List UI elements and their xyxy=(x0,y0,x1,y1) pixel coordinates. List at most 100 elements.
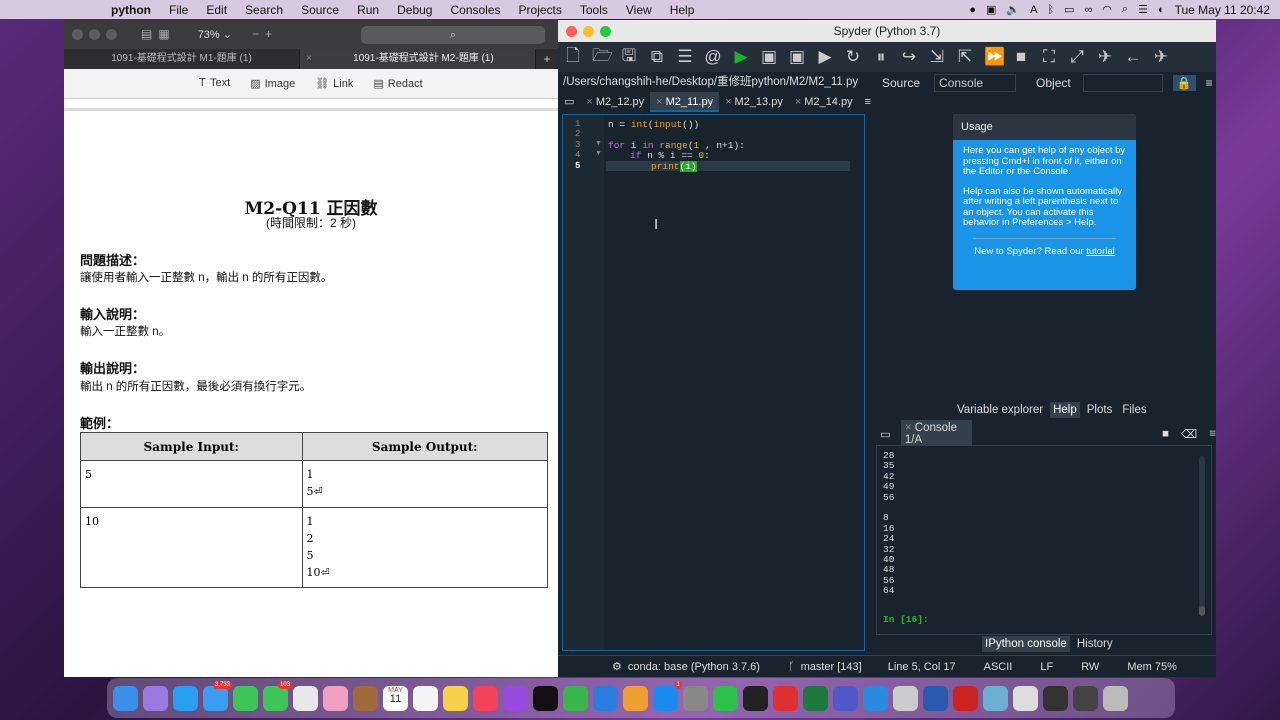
link-tool[interactable]: ⛓ Link xyxy=(315,77,353,90)
zoom-in-icon[interactable]: + xyxy=(265,27,272,41)
tab-close-icon[interactable]: × xyxy=(905,422,915,434)
lock-icon[interactable]: 🔒 xyxy=(1172,75,1196,91)
screenshot-icon[interactable] xyxy=(1043,685,1068,711)
record-icon[interactable]: ● xyxy=(969,4,976,16)
browse-tabs-icon[interactable]: ▭ xyxy=(880,427,891,441)
continue-icon[interactable]: ⏩ xyxy=(984,47,1005,67)
step-return-icon[interactable]: ⇱ xyxy=(956,47,974,67)
step-into-icon[interactable]: ⇲ xyxy=(928,47,946,67)
new-tab-button[interactable]: + xyxy=(536,49,558,69)
music-icon[interactable] xyxy=(473,685,498,711)
mail-icon[interactable]: 3,733 xyxy=(203,680,232,711)
notes-icon[interactable] xyxy=(443,685,468,711)
link-icon[interactable]: ∞ xyxy=(1084,4,1092,16)
user-icon[interactable]: ◐ xyxy=(1158,4,1165,16)
preferences-icon[interactable]: ✈ xyxy=(1096,47,1114,67)
editor-tab-m2-13[interactable]: × M2_13.py xyxy=(719,92,789,112)
new-file-icon[interactable]: 🗋 xyxy=(564,43,582,72)
grid-view-icon[interactable]: ▦ xyxy=(158,27,169,41)
zoom-icon[interactable] xyxy=(106,28,117,40)
conda-env[interactable]: conda: base (Python 3.7.6) xyxy=(628,661,760,673)
vscode-icon[interactable] xyxy=(863,685,888,711)
tutorial-link[interactable]: tutorial xyxy=(1086,246,1115,257)
tab-close-icon[interactable]: × xyxy=(725,96,731,108)
run-cell-advance-icon[interactable]: ▣ xyxy=(788,47,806,67)
menu-app-name[interactable]: python xyxy=(102,3,160,17)
app-store-icon[interactable]: 1 xyxy=(653,680,682,711)
tab-close-icon[interactable]: × xyxy=(656,96,662,108)
console-output[interactable]: 28 35 42 49 56 8 16 24 32 40 48 56 64 In… xyxy=(876,445,1212,635)
rerun-icon[interactable]: ↻ xyxy=(844,47,862,67)
zoom-icon[interactable] xyxy=(600,25,611,37)
numbers-icon[interactable] xyxy=(563,685,588,711)
source-select[interactable]: Console xyxy=(934,74,1017,92)
wifi-icon[interactable]: ◠ xyxy=(1102,3,1112,16)
terminal-icon[interactable] xyxy=(743,685,768,711)
menu-edit[interactable]: Edit xyxy=(197,3,236,17)
menu-projects[interactable]: Projects xyxy=(510,3,571,17)
console-tab[interactable]: × Console 1/A xyxy=(900,420,973,448)
tab-files[interactable]: Files xyxy=(1119,402,1149,418)
tab-help[interactable]: Help xyxy=(1050,402,1080,418)
finder-icon[interactable] xyxy=(113,685,138,711)
pdf-expert-icon[interactable] xyxy=(773,685,798,711)
podcasts-icon[interactable] xyxy=(503,685,528,711)
editor-tab-m2-11[interactable]: × M2_11.py xyxy=(650,92,720,112)
scrollbar-thumb[interactable] xyxy=(1199,606,1205,616)
run-cell-icon[interactable]: ▣ xyxy=(760,47,778,67)
photos-icon[interactable] xyxy=(323,685,348,711)
calendar-icon[interactable]: MAY 11 xyxy=(383,685,408,711)
fold-icon[interactable]: ▼ xyxy=(595,140,602,147)
contacts-icon[interactable] xyxy=(353,685,378,711)
menu-file[interactable]: File xyxy=(160,3,197,17)
pane-options-icon[interactable]: ≡ xyxy=(1206,76,1213,90)
console-options-icon[interactable]: ≡ xyxy=(1209,428,1216,440)
zoom-select[interactable]: 73% ⌄ xyxy=(198,28,232,41)
menu-run[interactable]: Run xyxy=(348,3,388,17)
zoom-out-icon[interactable]: − xyxy=(252,27,259,41)
stop-console-icon[interactable]: ■ xyxy=(1162,428,1169,440)
close-icon[interactable] xyxy=(72,28,83,40)
list-icon[interactable]: ☰ xyxy=(676,47,694,67)
git-branch[interactable]: master [143] xyxy=(801,661,862,673)
trash-icon[interactable] xyxy=(1103,685,1128,711)
browse-tabs-icon[interactable]: ▭ xyxy=(558,92,580,112)
pages-icon[interactable] xyxy=(623,685,648,711)
minimize-icon[interactable] xyxy=(583,25,594,37)
save-icon[interactable]: 🖫 xyxy=(620,43,638,72)
preview-icon[interactable] xyxy=(983,685,1008,711)
minimize-icon[interactable] xyxy=(89,28,100,40)
tab-close-icon[interactable]: × xyxy=(795,96,801,108)
messages-icon[interactable]: 103 xyxy=(263,680,292,711)
text-tool[interactable]: Ꭲ Text xyxy=(199,77,230,90)
spyder-icon[interactable] xyxy=(953,685,978,711)
excel-icon[interactable] xyxy=(803,685,828,711)
back-icon[interactable]: ← xyxy=(1124,47,1142,67)
debug-icon[interactable]: ⏸ xyxy=(872,47,890,67)
input-source-icon[interactable]: A xyxy=(1030,4,1037,16)
menu-help[interactable]: Help xyxy=(661,3,704,17)
menu-debug[interactable]: Debug xyxy=(388,3,441,17)
forward-icon[interactable]: ✈ xyxy=(1152,47,1170,67)
console-scrollbar[interactable] xyxy=(1199,456,1205,616)
maps-icon[interactable] xyxy=(293,685,318,711)
tab-close-icon[interactable]: × xyxy=(586,96,592,108)
volume-icon[interactable]: 🔈 xyxy=(1006,3,1020,16)
menu-search[interactable]: Search xyxy=(236,3,292,17)
pdf-tab-m2[interactable]: × 1091-基礎程式設計 M2-題庫 (1) xyxy=(300,49,536,69)
fullscreen-icon[interactable]: ⤢ xyxy=(1068,47,1086,67)
keynote-icon[interactable] xyxy=(593,685,618,711)
editor-tab-m2-12[interactable]: × M2_12.py xyxy=(580,92,650,112)
sidebar-toggle-icon[interactable]: ▤ xyxy=(141,27,152,41)
screen-icon[interactable]: ▣ xyxy=(986,3,996,16)
at-icon[interactable]: @ xyxy=(704,47,722,67)
step-icon[interactable]: ↪ xyxy=(900,47,918,67)
close-icon[interactable] xyxy=(566,25,577,37)
image-tool[interactable]: ▨ Image xyxy=(250,77,295,90)
stop-icon[interactable]: ■ xyxy=(1012,47,1030,67)
code-editor[interactable]: 1 2 3 4 5 ▼ ▼ n = int(input()) for i in … xyxy=(562,114,865,651)
menu-consoles[interactable]: Consoles xyxy=(441,3,509,17)
clear-console-icon[interactable]: ⌫ xyxy=(1181,427,1197,441)
teams-icon[interactable] xyxy=(833,685,858,711)
battery-icon[interactable]: ▭ xyxy=(1064,3,1074,16)
